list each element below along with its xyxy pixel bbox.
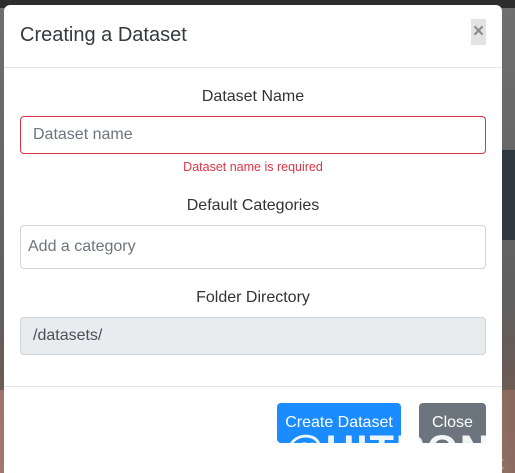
folder-directory-label: Folder Directory [196, 289, 310, 306]
default-categories-input[interactable] [20, 225, 486, 269]
dataset-name-error: Dataset name is required [183, 160, 323, 174]
folder-directory-input[interactable] [20, 317, 486, 355]
dataset-name-input[interactable] [20, 116, 486, 154]
modal-header: Creating a Dataset × [4, 5, 502, 68]
create-dataset-modal: Creating a Dataset × Dataset Name Datase… [4, 5, 502, 473]
create-dataset-button[interactable]: Create Dataset [277, 403, 401, 443]
dataset-name-label: Dataset Name [201, 88, 305, 105]
watermark-small-text: @稀土掘金技术社区 [414, 460, 505, 471]
close-button[interactable]: Close [419, 403, 486, 443]
default-categories-label: Default Categories [186, 197, 320, 214]
background-page-strip [502, 150, 515, 240]
close-icon[interactable]: × [471, 19, 486, 45]
modal-title: Creating a Dataset [20, 24, 187, 46]
